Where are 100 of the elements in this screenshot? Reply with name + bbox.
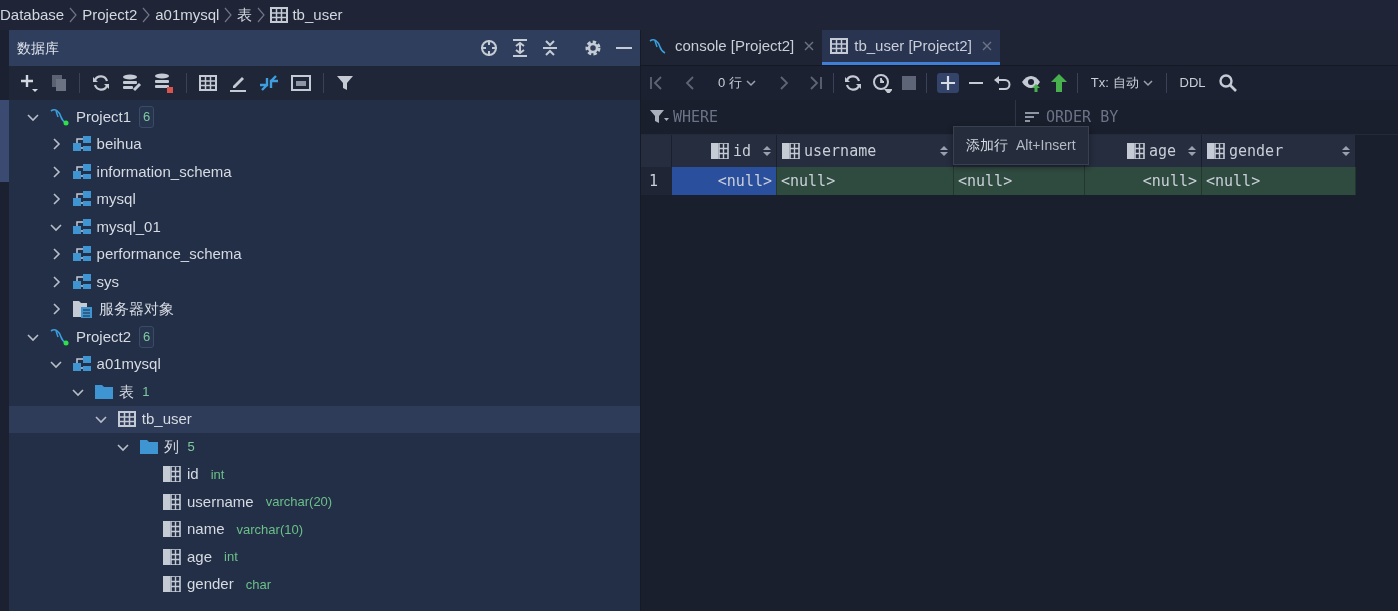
tree-item[interactable]: sys bbox=[9, 268, 640, 296]
tree-item[interactable]: id int bbox=[9, 460, 640, 488]
query-console-icon[interactable] bbox=[291, 75, 311, 91]
table-cell[interactable]: <null> bbox=[777, 167, 954, 195]
table-icon[interactable] bbox=[199, 75, 217, 91]
node-label: tb_user bbox=[141, 409, 192, 429]
tree-item[interactable]: performance_schema bbox=[9, 240, 640, 268]
last-page-icon[interactable] bbox=[808, 75, 823, 91]
data-type: varchar(10) bbox=[236, 520, 303, 539]
caret-icon[interactable] bbox=[1142, 79, 1153, 87]
undo-icon[interactable] bbox=[992, 75, 1011, 91]
schema-icon bbox=[72, 136, 91, 153]
node-label: information_schema bbox=[96, 161, 232, 182]
table-icon bbox=[830, 38, 849, 54]
add-icon[interactable] bbox=[19, 73, 39, 93]
schema-icon bbox=[72, 218, 91, 235]
edit-icon[interactable] bbox=[229, 74, 247, 92]
transaction-dropdown[interactable]: Tx: 自动 bbox=[1087, 71, 1156, 95]
column-icon bbox=[163, 466, 181, 483]
breadcrumb-item[interactable]: Database bbox=[0, 3, 65, 27]
table-cell[interactable]: <null> bbox=[954, 167, 1085, 195]
ddl-button[interactable]: DDL bbox=[1176, 71, 1209, 95]
node-label: username bbox=[187, 491, 254, 512]
chevron-right-icon bbox=[69, 7, 78, 23]
search-icon[interactable] bbox=[1218, 74, 1237, 92]
submit-arrow-icon[interactable] bbox=[1050, 74, 1067, 92]
node-label: id bbox=[187, 464, 199, 484]
schema-icon bbox=[72, 356, 91, 373]
refresh-icon[interactable] bbox=[92, 74, 110, 92]
filter-icon[interactable] bbox=[649, 109, 669, 125]
breadcrumb-item[interactable]: a01mysql bbox=[155, 3, 220, 27]
sort-icon[interactable] bbox=[1024, 111, 1040, 123]
tree-item[interactable]: mysql bbox=[9, 185, 640, 213]
next-icon[interactable] bbox=[778, 75, 789, 91]
tree-item[interactable]: gender char bbox=[9, 570, 640, 598]
server-folder-icon bbox=[72, 300, 93, 319]
table-cell[interactable]: <null> bbox=[1085, 167, 1202, 195]
folder-icon bbox=[140, 439, 159, 455]
tree-item[interactable]: mysql_01 bbox=[9, 213, 640, 241]
column-header[interactable]: id bbox=[672, 135, 777, 167]
column-header[interactable]: username bbox=[777, 135, 954, 167]
tree-item[interactable]: beihua bbox=[9, 130, 640, 158]
node-label: a01mysql bbox=[96, 354, 161, 374]
sort-icon[interactable] bbox=[763, 145, 771, 157]
close-icon[interactable] bbox=[804, 41, 815, 51]
column-icon bbox=[782, 143, 800, 159]
node-label: performance_schema bbox=[96, 244, 242, 264]
node-label: 服务器对象 bbox=[98, 299, 174, 319]
expand-all-icon[interactable] bbox=[512, 39, 528, 57]
tree-item[interactable]: Project1 6 bbox=[9, 103, 640, 131]
column-header[interactable]: gender bbox=[1202, 135, 1356, 167]
sort-icon[interactable] bbox=[940, 145, 948, 157]
close-icon[interactable] bbox=[981, 41, 992, 51]
settings-icon[interactable] bbox=[584, 39, 602, 57]
table-icon bbox=[117, 411, 136, 428]
tree-item[interactable]: age int bbox=[9, 543, 640, 571]
rows-dropdown[interactable]: 0 行 bbox=[715, 71, 759, 95]
tree-item[interactable]: a01mysql bbox=[9, 350, 640, 378]
filter-icon[interactable] bbox=[336, 74, 354, 92]
clock-icon[interactable] bbox=[871, 73, 892, 93]
breadcrumb-item[interactable]: 表 bbox=[237, 3, 253, 27]
column-icon bbox=[710, 143, 729, 159]
column-icon bbox=[163, 576, 181, 593]
folder-icon bbox=[95, 384, 114, 400]
data-type: int bbox=[224, 548, 238, 566]
table-cell[interactable]: <null> bbox=[1202, 167, 1356, 195]
sort-icon[interactable] bbox=[1342, 145, 1350, 157]
sort-icon[interactable] bbox=[1188, 145, 1196, 157]
copy-icon[interactable] bbox=[51, 74, 67, 92]
table-cell[interactable]: <null> bbox=[672, 167, 777, 195]
eye-icon[interactable] bbox=[1020, 74, 1041, 92]
tree-item[interactable]: 服务器对象 bbox=[9, 295, 640, 323]
refresh-icon[interactable] bbox=[843, 74, 862, 92]
stop-icon[interactable] bbox=[901, 76, 916, 90]
tree-item[interactable]: tb_user bbox=[9, 405, 640, 433]
minimize-icon[interactable] bbox=[616, 46, 632, 50]
database-icon[interactable] bbox=[154, 73, 174, 93]
tree-item[interactable]: 列 5 bbox=[9, 433, 640, 461]
tree-item[interactable]: name varchar(10) bbox=[9, 515, 640, 543]
schema-icon bbox=[72, 246, 91, 263]
previous-icon[interactable] bbox=[685, 75, 695, 91]
add-row-button[interactable] bbox=[936, 73, 959, 93]
remove-row-icon[interactable] bbox=[968, 81, 983, 85]
chevron-right-icon bbox=[224, 7, 233, 23]
editor-tab[interactable]: console [Project2] bbox=[641, 30, 823, 65]
caret-icon[interactable] bbox=[745, 79, 756, 87]
collapse-all-icon[interactable] bbox=[542, 39, 558, 57]
column-header[interactable]: age bbox=[1085, 135, 1202, 167]
arrows-icon[interactable] bbox=[259, 74, 279, 92]
first-page-icon[interactable] bbox=[649, 75, 663, 91]
tree-item[interactable]: username varchar(20) bbox=[9, 488, 640, 516]
breadcrumb-item[interactable]: Project2 bbox=[82, 3, 138, 27]
tree-item[interactable]: Project2 6 bbox=[9, 323, 640, 351]
tree-item[interactable]: 表 1 bbox=[9, 378, 640, 406]
crosshair-icon[interactable] bbox=[480, 39, 498, 57]
schema-icon bbox=[72, 163, 91, 180]
tree-item[interactable]: information_schema bbox=[9, 158, 640, 186]
editor-tab[interactable]: tb_user [Project2] bbox=[822, 30, 1000, 65]
breadcrumb-item[interactable]: tb_user bbox=[292, 3, 343, 27]
database-wrench-icon[interactable] bbox=[122, 74, 142, 92]
